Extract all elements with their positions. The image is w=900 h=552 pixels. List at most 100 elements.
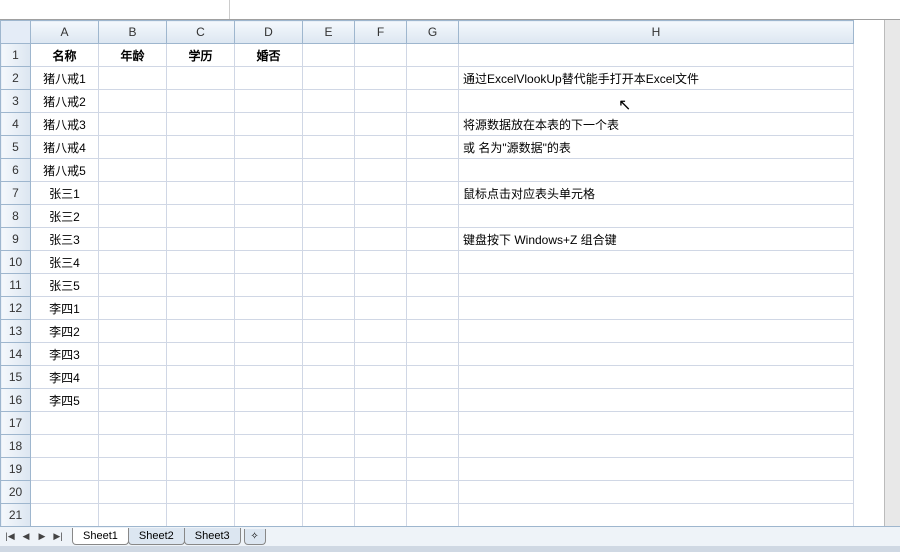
name-box-area[interactable] (0, 0, 230, 19)
cell-H15[interactable] (459, 366, 854, 389)
vertical-scrollbar[interactable] (884, 20, 900, 526)
cell-H3[interactable] (459, 90, 854, 113)
cell-B18[interactable] (99, 435, 167, 458)
sheet-tab-sheet1[interactable]: Sheet1 (72, 528, 129, 545)
cell-F11[interactable] (355, 274, 407, 297)
cell-F17[interactable] (355, 412, 407, 435)
cell-E9[interactable] (303, 228, 355, 251)
cell-A4[interactable]: 猪八戒3 (31, 113, 99, 136)
cell-F15[interactable] (355, 366, 407, 389)
cell-C17[interactable] (167, 412, 235, 435)
row-header-1[interactable]: 1 (1, 44, 31, 67)
row-header-17[interactable]: 17 (1, 412, 31, 435)
cell-C20[interactable] (167, 481, 235, 504)
cell-G11[interactable] (407, 274, 459, 297)
cell-E16[interactable] (303, 389, 355, 412)
cell-G5[interactable] (407, 136, 459, 159)
cell-D15[interactable] (235, 366, 303, 389)
cell-H19[interactable] (459, 458, 854, 481)
tab-nav-last[interactable]: ▶| (50, 529, 66, 545)
cell-B11[interactable] (99, 274, 167, 297)
cell-E7[interactable] (303, 182, 355, 205)
cell-A13[interactable]: 李四2 (31, 320, 99, 343)
cell-E1[interactable] (303, 44, 355, 67)
cell-C5[interactable] (167, 136, 235, 159)
cell-H16[interactable] (459, 389, 854, 412)
cell-D19[interactable] (235, 458, 303, 481)
cell-G9[interactable] (407, 228, 459, 251)
cell-D5[interactable] (235, 136, 303, 159)
cell-B12[interactable] (99, 297, 167, 320)
cell-B7[interactable] (99, 182, 167, 205)
cell-D11[interactable] (235, 274, 303, 297)
cell-C1[interactable]: 学历 (167, 44, 235, 67)
cell-H21[interactable] (459, 504, 854, 527)
cell-E5[interactable] (303, 136, 355, 159)
cell-B3[interactable] (99, 90, 167, 113)
cell-G13[interactable] (407, 320, 459, 343)
row-header-6[interactable]: 6 (1, 159, 31, 182)
cell-B10[interactable] (99, 251, 167, 274)
cell-B2[interactable] (99, 67, 167, 90)
cell-D8[interactable] (235, 205, 303, 228)
cell-D1[interactable]: 婚否 (235, 44, 303, 67)
row-header-5[interactable]: 5 (1, 136, 31, 159)
cell-H8[interactable] (459, 205, 854, 228)
cell-E3[interactable] (303, 90, 355, 113)
cell-C4[interactable] (167, 113, 235, 136)
column-header-G[interactable]: G (407, 21, 459, 44)
column-header-C[interactable]: C (167, 21, 235, 44)
cell-F2[interactable] (355, 67, 407, 90)
row-header-16[interactable]: 16 (1, 389, 31, 412)
row-header-13[interactable]: 13 (1, 320, 31, 343)
cell-D16[interactable] (235, 389, 303, 412)
row-header-14[interactable]: 14 (1, 343, 31, 366)
sheet-tab-sheet3[interactable]: Sheet3 (184, 528, 241, 545)
row-header-10[interactable]: 10 (1, 251, 31, 274)
cell-A20[interactable] (31, 481, 99, 504)
cell-E11[interactable] (303, 274, 355, 297)
cell-F12[interactable] (355, 297, 407, 320)
cell-B6[interactable] (99, 159, 167, 182)
cell-G8[interactable] (407, 205, 459, 228)
cell-G7[interactable] (407, 182, 459, 205)
sheet-tab-sheet2[interactable]: Sheet2 (128, 528, 185, 545)
cell-B17[interactable] (99, 412, 167, 435)
cell-A16[interactable]: 李四5 (31, 389, 99, 412)
row-header-4[interactable]: 4 (1, 113, 31, 136)
column-header-A[interactable]: A (31, 21, 99, 44)
cell-G17[interactable] (407, 412, 459, 435)
cell-B1[interactable]: 年龄 (99, 44, 167, 67)
cell-B19[interactable] (99, 458, 167, 481)
cell-E13[interactable] (303, 320, 355, 343)
cell-C15[interactable] (167, 366, 235, 389)
cell-C3[interactable] (167, 90, 235, 113)
cell-B21[interactable] (99, 504, 167, 527)
cell-F6[interactable] (355, 159, 407, 182)
cell-F1[interactable] (355, 44, 407, 67)
cell-G15[interactable] (407, 366, 459, 389)
cell-G2[interactable] (407, 67, 459, 90)
select-all-corner[interactable] (1, 21, 31, 44)
cell-E4[interactable] (303, 113, 355, 136)
cell-C14[interactable] (167, 343, 235, 366)
cell-A11[interactable]: 张三5 (31, 274, 99, 297)
tab-nav-first[interactable]: |◀ (2, 529, 18, 545)
row-header-9[interactable]: 9 (1, 228, 31, 251)
cell-D14[interactable] (235, 343, 303, 366)
cell-A10[interactable]: 张三4 (31, 251, 99, 274)
cell-B9[interactable] (99, 228, 167, 251)
cell-H7[interactable]: 鼠标点击对应表头单元格 (459, 182, 854, 205)
cell-D2[interactable] (235, 67, 303, 90)
cell-F7[interactable] (355, 182, 407, 205)
cell-G4[interactable] (407, 113, 459, 136)
cell-D17[interactable] (235, 412, 303, 435)
new-sheet-button[interactable]: ✧ (244, 529, 266, 545)
cell-C16[interactable] (167, 389, 235, 412)
cell-H4[interactable]: 将源数据放在本表的下一个表 (459, 113, 854, 136)
cell-B4[interactable] (99, 113, 167, 136)
cell-E6[interactable] (303, 159, 355, 182)
cell-H12[interactable] (459, 297, 854, 320)
cell-A7[interactable]: 张三1 (31, 182, 99, 205)
cell-F10[interactable] (355, 251, 407, 274)
